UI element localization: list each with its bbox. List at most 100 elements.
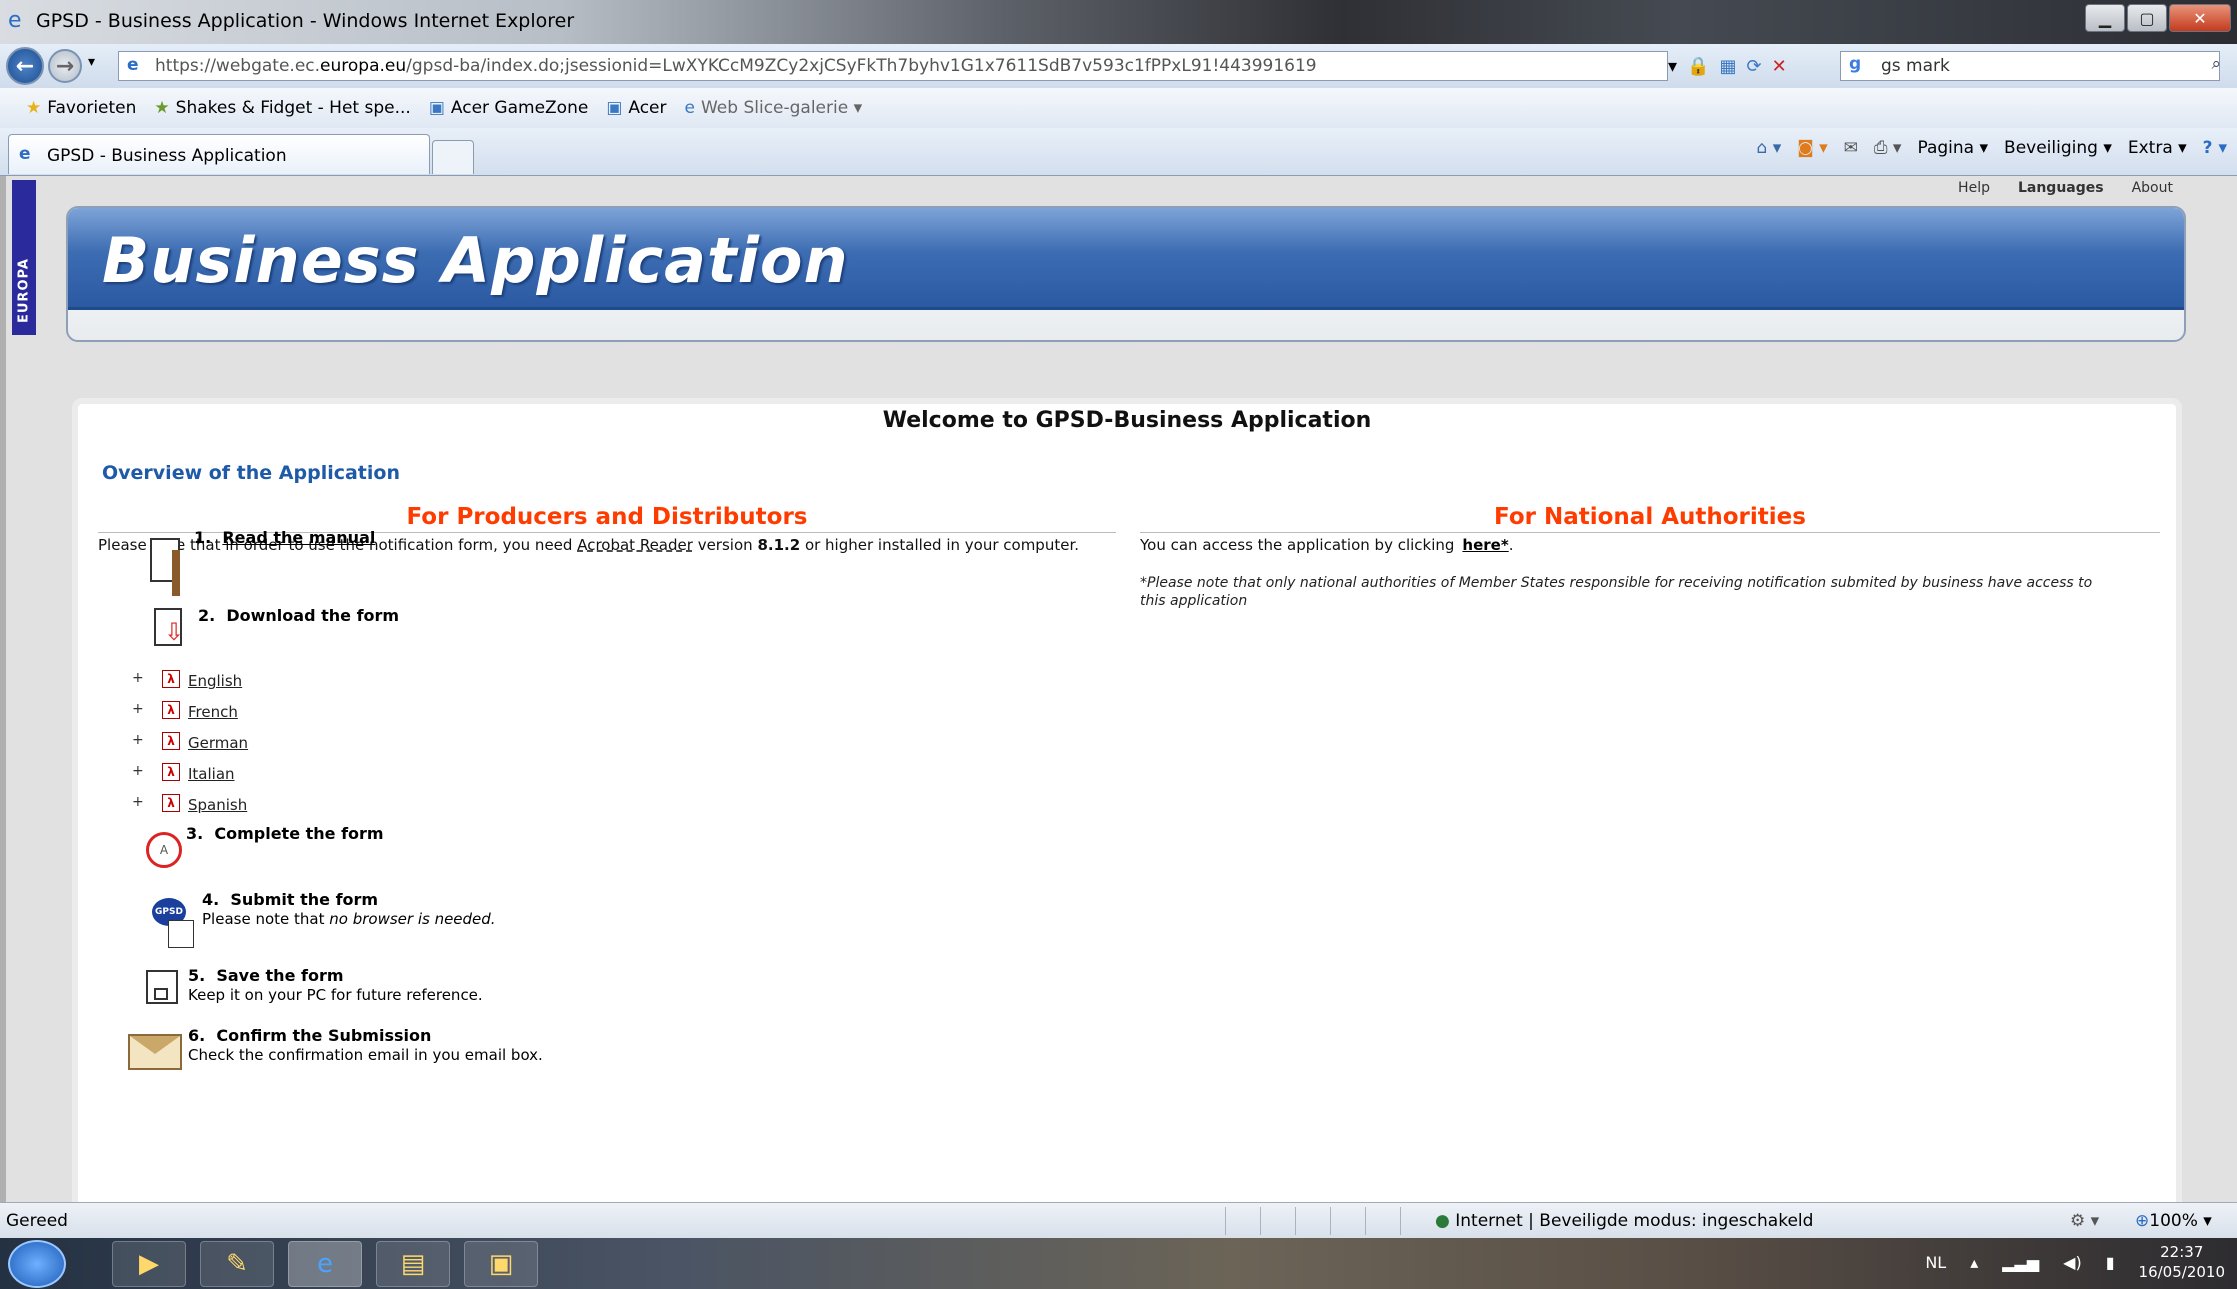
download-form-icon: ⇩ bbox=[154, 608, 185, 646]
forward-button[interactable]: → bbox=[48, 49, 82, 83]
protected-mode-icon[interactable]: ⚙ ▾ bbox=[2070, 1211, 2099, 1231]
fav-item-label: Web Slice-galerie bbox=[700, 98, 849, 118]
list-bullet: + bbox=[132, 794, 144, 810]
clock-time: 22:37 bbox=[2160, 1243, 2204, 1261]
window-title-bar: e GPSD - Business Application - Windows … bbox=[0, 0, 2237, 44]
url-dropdown-icon[interactable]: ▾ bbox=[1668, 56, 1677, 77]
pdf-icon: λ bbox=[162, 732, 180, 750]
pdf-icon: λ bbox=[162, 763, 180, 781]
windows-taskbar: ▶ ✎ e ▤ ▣ NL ▴ ▂▃▅ ◀) ▮ 22:37 16/05/2010 bbox=[0, 1238, 2237, 1289]
list-bullet: + bbox=[132, 701, 144, 717]
start-button[interactable] bbox=[8, 1240, 66, 1288]
window-title: GPSD - Business Application - Windows In… bbox=[36, 10, 575, 32]
fav-item-acer[interactable]: ▣ Acer bbox=[606, 98, 666, 118]
pinned-app-icon[interactable]: ✎ bbox=[200, 1241, 274, 1287]
status-divider bbox=[1330, 1207, 1331, 1235]
extra-menu-label: Extra bbox=[2127, 138, 2173, 158]
complete-form-icon: A bbox=[146, 832, 182, 868]
help-icon[interactable]: ? ▾ bbox=[2203, 138, 2227, 158]
internet-explorer-icon[interactable]: e bbox=[288, 1241, 362, 1287]
clock[interactable]: 22:37 16/05/2010 bbox=[2139, 1242, 2225, 1282]
download-french-link[interactable]: French bbox=[188, 703, 238, 721]
here-link[interactable]: here* bbox=[1462, 536, 1508, 554]
search-icon[interactable]: ⌕ bbox=[2211, 54, 2221, 74]
battery-icon[interactable]: ▮ bbox=[2106, 1253, 2115, 1272]
security-menu[interactable]: Beveiliging ▾ bbox=[2004, 138, 2112, 158]
download-english-link[interactable]: English bbox=[188, 672, 242, 690]
extra-menu[interactable]: Extra ▾ bbox=[2128, 138, 2187, 158]
note-text: You can access the application by clicki… bbox=[1140, 536, 1455, 554]
volume-icon[interactable]: ◀) bbox=[2063, 1253, 2082, 1272]
read-manual-link[interactable]: Read the manual bbox=[222, 528, 375, 547]
zoom-icon: ⊕ bbox=[2135, 1211, 2150, 1231]
window-controls: ▁ ▢ ✕ bbox=[2085, 4, 2231, 32]
download-arrow-icon: ⇩ bbox=[164, 618, 185, 646]
step-3: 3. Complete the form bbox=[186, 824, 384, 843]
welcome-heading: Welcome to GPSD-Business Application bbox=[882, 408, 1372, 433]
star-icon: ★ bbox=[26, 98, 42, 118]
note-text: . bbox=[1508, 536, 1514, 554]
acrobat-version: 8.1.2 bbox=[757, 536, 801, 554]
step-5: 5. Save the form bbox=[188, 966, 344, 985]
download-spanish-link[interactable]: Spanish bbox=[188, 796, 247, 814]
step-number: 2. bbox=[198, 606, 216, 625]
status-bar: Gereed ● Internet | Beveiligde modus: in… bbox=[0, 1202, 2237, 1238]
explorer-folder-icon[interactable]: ▤ bbox=[376, 1241, 450, 1287]
maximize-button[interactable]: ▢ bbox=[2127, 4, 2167, 32]
help-link[interactable]: Help bbox=[1958, 180, 1990, 196]
step-5-note: Keep it on your PC for future reference. bbox=[188, 986, 483, 1004]
download-italian-link[interactable]: Italian bbox=[188, 765, 235, 783]
favorites-bar: ★ Favorieten ★ Shakes & Fidget - Het spe..… bbox=[0, 88, 2237, 128]
pinned-app-2-icon[interactable]: ▣ bbox=[464, 1241, 538, 1287]
show-hidden-icons-icon[interactable]: ▴ bbox=[1970, 1253, 1978, 1272]
fav-item-web-slice[interactable]: e Web Slice-galerie ▾ bbox=[685, 98, 863, 118]
ie-logo-icon: e bbox=[8, 8, 22, 33]
compat-view-icon[interactable]: ▦ bbox=[1719, 56, 1736, 77]
submit-document-icon bbox=[168, 920, 194, 948]
home-icon[interactable]: ⌂ ▾ bbox=[1757, 138, 1782, 158]
search-value: gs mark bbox=[1881, 56, 1950, 76]
step-number: 1. bbox=[194, 528, 212, 547]
system-tray: NL ▴ ▂▃▅ ◀) ▮ 22:37 16/05/2010 bbox=[1925, 1242, 2225, 1282]
envelope-icon bbox=[128, 1034, 182, 1070]
fav-item-label: Shakes & Fidget - Het spe... bbox=[175, 98, 411, 118]
about-link[interactable]: About bbox=[2132, 180, 2173, 196]
feeds-icon[interactable]: ◙ ▾ bbox=[1797, 138, 1827, 158]
security-zone[interactable]: ● Internet | Beveiligde modus: ingeschak… bbox=[1435, 1211, 1813, 1231]
manual-icon bbox=[150, 538, 180, 596]
close-button[interactable]: ✕ bbox=[2169, 4, 2231, 32]
download-german-link[interactable]: German bbox=[188, 734, 248, 752]
favorites-button[interactable]: ★ Favorieten bbox=[26, 98, 136, 118]
tab-gpsd[interactable]: e GPSD - Business Application bbox=[8, 134, 430, 174]
minimize-button[interactable]: ▁ bbox=[2085, 4, 2125, 32]
fav-item-shakes[interactable]: ★ Shakes & Fidget - Het spe... bbox=[154, 98, 410, 118]
lock-icon[interactable]: 🔒 bbox=[1687, 56, 1709, 77]
authorities-heading: For National Authorities bbox=[1140, 504, 2160, 533]
new-tab-button[interactable] bbox=[432, 140, 474, 174]
media-player-icon[interactable]: ▶ bbox=[112, 1241, 186, 1287]
url-input[interactable]: e https://webgate.ec.europa.eu/gpsd-ba/i… bbox=[118, 51, 1668, 81]
note-text: or higher installed in your computer. bbox=[804, 536, 1080, 554]
step-title: Complete the form bbox=[214, 824, 384, 843]
network-icon[interactable]: ▂▃▅ bbox=[2002, 1253, 2039, 1272]
pdf-icon: λ bbox=[162, 794, 180, 812]
language-indicator[interactable]: NL bbox=[1925, 1253, 1946, 1272]
europa-sidebar-label: EUROPA bbox=[12, 180, 36, 335]
acrobat-reader-link[interactable]: Acrobat Reader bbox=[577, 536, 693, 554]
history-dropdown-icon[interactable]: ▾ bbox=[88, 54, 95, 70]
print-icon[interactable]: ⎙ ▾ bbox=[1874, 138, 1902, 158]
zoom-control[interactable]: ⊕100% ▾ bbox=[2135, 1211, 2212, 1231]
page-menu[interactable]: Pagina ▾ bbox=[1917, 138, 1988, 158]
step-title: Save the form bbox=[216, 966, 344, 985]
page-icon: e bbox=[127, 55, 139, 75]
languages-link[interactable]: Languages bbox=[2018, 180, 2104, 196]
list-bullet: + bbox=[132, 732, 144, 748]
step-6: 6. Confirm the Submission bbox=[188, 1026, 431, 1045]
search-input[interactable]: g gs mark ⌕ bbox=[1840, 51, 2221, 81]
mail-icon[interactable]: ✉ bbox=[1844, 138, 1858, 158]
stop-icon[interactable]: ✕ bbox=[1772, 56, 1787, 77]
note-text: version bbox=[697, 536, 753, 554]
back-button[interactable]: ← bbox=[6, 47, 44, 85]
refresh-icon[interactable]: ⟳ bbox=[1746, 56, 1761, 77]
fav-item-acer-gamezone[interactable]: ▣ Acer GameZone bbox=[429, 98, 588, 118]
